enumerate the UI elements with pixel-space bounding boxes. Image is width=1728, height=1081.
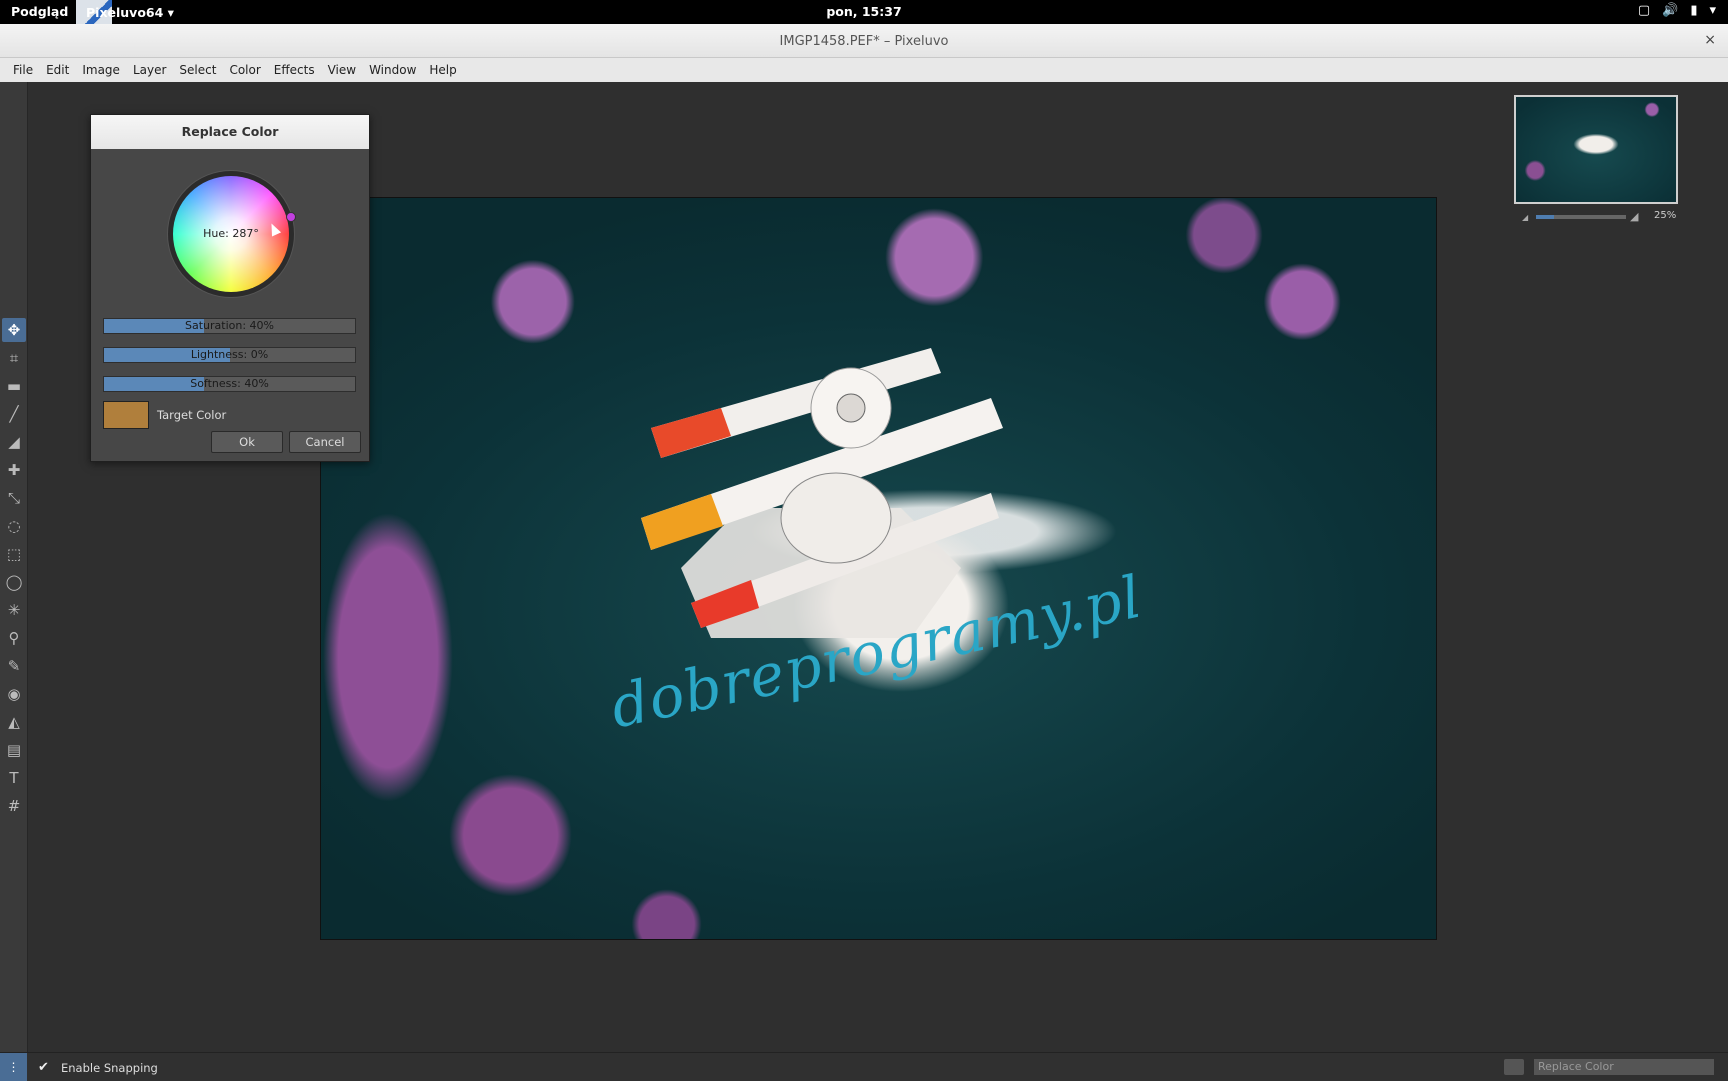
lightness-slider[interactable]: Lightness: 0% [103,347,356,363]
system-top-bar: Podgląd Pixeluvo64 ▾ pon, 15:37 ▢ 🔊 ▮ ▾ [0,0,1728,24]
cancel-button[interactable]: Cancel [289,431,361,453]
tool-palette: ✥ ⌗ ▬ ╱ ◢ ✚ ⤡ ◌ ⬚ ◯ ✳ ⚲ ✎ ◉ ◭ ▤ T # [0,82,28,1052]
menu-view[interactable]: View [325,58,366,82]
lasso-tool-icon[interactable]: ◌ [2,514,26,538]
bucket-tool-icon[interactable]: ◭ [2,710,26,734]
red-eye-tool-icon[interactable]: ◉ [2,682,26,706]
image-canvas[interactable]: dobreprogramy.pl [320,197,1437,940]
window-titlebar: IMGP1458.PEF* – Pixeluvo × [0,24,1728,58]
magic-wand-tool-icon[interactable]: ✳ [2,598,26,622]
ok-button[interactable]: Ok [211,431,283,453]
brush-tool-icon[interactable]: ╱ [2,402,26,426]
dialog-title: Replace Color [91,115,369,149]
menu-file[interactable]: File [10,58,43,82]
navigator-zoom-slider[interactable]: ◢ ◢ 25% [1518,210,1678,224]
navigator-thumbnail[interactable] [1514,95,1678,204]
history-dropdown[interactable]: Replace Color [1534,1059,1714,1075]
system-tray: ▢ 🔊 ▮ ▾ [1638,3,1716,18]
menu-select[interactable]: Select [176,58,226,82]
pen-tool-icon[interactable]: ✎ [2,654,26,678]
clock[interactable]: pon, 15:37 [0,4,1728,19]
menu-edit[interactable]: Edit [43,58,79,82]
snapping-label[interactable]: Enable Snapping [61,1061,158,1075]
zoom-out-icon[interactable]: ◢ [1522,213,1528,222]
rect-select-tool-icon[interactable]: ⬚ [2,542,26,566]
target-color-swatch[interactable] [103,401,149,429]
crop-tool-icon[interactable]: ⌗ [2,346,26,370]
menu-bar: File Edit Image Layer Select Color Effec… [0,58,1728,82]
app-menu-label: Pixeluvo64 ▾ [86,4,174,20]
chevron-down-icon[interactable]: ▾ [1709,3,1716,18]
menu-color[interactable]: Color [226,58,270,82]
target-color-label: Target Color [157,408,227,422]
zoom-percent: 25% [1654,210,1677,221]
app-menu[interactable]: Pixeluvo64 ▾ [76,0,174,24]
saturation-label: Saturation: 40% [185,319,274,332]
window-title: IMGP1458.PEF* – Pixeluvo [779,34,949,49]
lightness-label: Lightness: 0% [190,348,269,361]
stamp-tool-icon[interactable]: ▬ [2,374,26,398]
move-tool-icon[interactable]: ✥ [2,318,26,342]
battery-icon[interactable]: ▮ [1690,3,1697,18]
softness-label: Softness: 40% [190,377,269,390]
status-bar: ⋮ ✔ Enable Snapping Replace Color [0,1052,1728,1081]
history-icon[interactable] [1504,1059,1524,1075]
transform-tool-icon[interactable]: # [2,794,26,818]
close-icon[interactable]: × [1704,32,1716,48]
zoom-in-icon[interactable]: ◢ [1630,210,1638,223]
menu-help[interactable]: Help [426,58,466,82]
panel-grip-icon[interactable]: ⋮ [0,1053,27,1081]
window-icon[interactable]: ▢ [1638,3,1650,18]
menu-window[interactable]: Window [366,58,426,82]
menu-layer[interactable]: Layer [130,58,176,82]
eyedropper-tool-icon[interactable]: ⚲ [2,626,26,650]
zoom-fill [1536,215,1554,219]
gradient-tool-icon[interactable]: ▤ [2,738,26,762]
ellipse-select-tool-icon[interactable]: ◯ [2,570,26,594]
saturation-slider[interactable]: Saturation: 40% [103,318,356,334]
menu-effects[interactable]: Effects [271,58,325,82]
softness-slider[interactable]: Softness: 40% [103,376,356,392]
hue-handle[interactable] [286,212,296,222]
volume-icon[interactable]: 🔊 [1662,3,1678,18]
eraser-tool-icon[interactable]: ◢ [2,430,26,454]
menu-image[interactable]: Image [79,58,130,82]
text-tool-icon[interactable]: T [2,766,26,790]
smudge-tool-icon[interactable]: ⤡ [2,486,26,510]
snapping-checkbox-icon[interactable]: ✔ [38,1060,49,1075]
heal-tool-icon[interactable]: ✚ [2,458,26,482]
replace-color-dialog: Replace Color Hue: 287° Saturation: 40% … [90,114,370,462]
